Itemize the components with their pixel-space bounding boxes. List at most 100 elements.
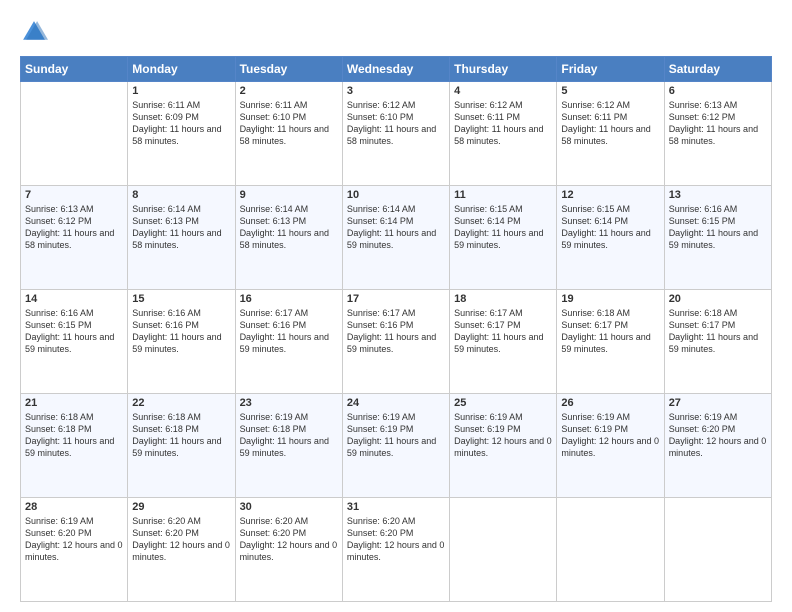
day-number: 12 (561, 189, 659, 201)
calendar-cell: 25 Sunrise: 6:19 AMSunset: 6:19 PMDayligh… (450, 394, 557, 498)
cell-info: Sunrise: 6:19 AMSunset: 6:19 PMDaylight:… (347, 411, 445, 460)
cell-info: Sunrise: 6:18 AMSunset: 6:18 PMDaylight:… (132, 411, 230, 460)
calendar-week-row: 7 Sunrise: 6:13 AMSunset: 6:12 PMDaylight… (21, 186, 772, 290)
calendar-cell: 17Sunrise: 6:17 AMSunset: 6:16 PMDayligh… (342, 290, 449, 394)
day-number: 6 (669, 85, 767, 97)
calendar-cell: 10 Sunrise: 6:14 AMSunset: 6:14 PMDayligh… (342, 186, 449, 290)
cell-info: Sunrise: 6:17 AMSunset: 6:16 PMDaylight:… (240, 307, 338, 356)
cell-info: Sunrise: 6:20 AMSunset: 6:20 PMDaylight:… (240, 515, 338, 564)
calendar-cell: 1 Sunrise: 6:11 AMSunset: 6:09 PMDaylight… (128, 82, 235, 186)
day-number: 1 (132, 85, 230, 97)
weekday-header: Tuesday (235, 57, 342, 82)
day-number: 24 (347, 397, 445, 409)
cell-info: Sunrise: 6:17 AMSunset: 6:17 PMDaylight:… (454, 307, 552, 356)
calendar-cell: 20Sunrise: 6:18 AMSunset: 6:17 PMDayligh… (664, 290, 771, 394)
day-number: 17 (347, 293, 445, 305)
cell-info: Sunrise: 6:19 AMSunset: 6:20 PMDaylight:… (25, 515, 123, 564)
calendar-cell: 28 Sunrise: 6:19 AMSunset: 6:20 PMDayligh… (21, 498, 128, 602)
calendar-cell: 9 Sunrise: 6:14 AMSunset: 6:13 PMDaylight… (235, 186, 342, 290)
cell-info: Sunrise: 6:11 AMSunset: 6:09 PMDaylight:… (132, 99, 230, 148)
day-number: 16 (240, 293, 338, 305)
cell-info: Sunrise: 6:13 AMSunset: 6:12 PMDaylight:… (25, 203, 123, 252)
day-number: 15 (132, 293, 230, 305)
calendar-cell: 21 Sunrise: 6:18 AMSunset: 6:18 PMDayligh… (21, 394, 128, 498)
calendar-cell (450, 498, 557, 602)
day-number: 5 (561, 85, 659, 97)
day-number: 7 (25, 189, 123, 201)
calendar-cell (557, 498, 664, 602)
weekday-header: Sunday (21, 57, 128, 82)
day-number: 3 (347, 85, 445, 97)
calendar-week-row: 21 Sunrise: 6:18 AMSunset: 6:18 PMDayligh… (21, 394, 772, 498)
calendar-cell: 2Sunrise: 6:11 AMSunset: 6:10 PMDaylight… (235, 82, 342, 186)
cell-info: Sunrise: 6:15 AMSunset: 6:14 PMDaylight:… (454, 203, 552, 252)
calendar-cell: 23Sunrise: 6:19 AMSunset: 6:18 PMDayligh… (235, 394, 342, 498)
calendar-cell: 13 Sunrise: 6:16 AMSunset: 6:15 PMDayligh… (664, 186, 771, 290)
cell-info: Sunrise: 6:14 AMSunset: 6:13 PMDaylight:… (240, 203, 338, 252)
calendar-cell: 3 Sunrise: 6:12 AMSunset: 6:10 PMDaylight… (342, 82, 449, 186)
calendar-cell: 16 Sunrise: 6:17 AMSunset: 6:16 PMDayligh… (235, 290, 342, 394)
calendar-cell: 30 Sunrise: 6:20 AMSunset: 6:20 PMDayligh… (235, 498, 342, 602)
day-number: 31 (347, 501, 445, 513)
calendar-week-row: 28 Sunrise: 6:19 AMSunset: 6:20 PMDayligh… (21, 498, 772, 602)
calendar-cell: 19 Sunrise: 6:18 AMSunset: 6:17 PMDayligh… (557, 290, 664, 394)
cell-info: Sunrise: 6:12 AMSunset: 6:11 PMDaylight:… (454, 99, 552, 148)
calendar-cell: 31 Sunrise: 6:20 AMSunset: 6:20 PMDayligh… (342, 498, 449, 602)
calendar-cell: 18 Sunrise: 6:17 AMSunset: 6:17 PMDayligh… (450, 290, 557, 394)
cell-info: Sunrise: 6:18 AMSunset: 6:18 PMDaylight:… (25, 411, 123, 460)
day-number: 25 (454, 397, 552, 409)
cell-info: Sunrise: 6:19 AMSunset: 6:20 PMDaylight:… (669, 411, 767, 460)
weekday-header: Wednesday (342, 57, 449, 82)
day-number: 11 (454, 189, 552, 201)
day-number: 13 (669, 189, 767, 201)
weekday-header: Friday (557, 57, 664, 82)
day-number: 22 (132, 397, 230, 409)
weekday-header: Saturday (664, 57, 771, 82)
calendar-week-row: 14Sunrise: 6:16 AMSunset: 6:15 PMDayligh… (21, 290, 772, 394)
cell-info: Sunrise: 6:12 AMSunset: 6:11 PMDaylight:… (561, 99, 659, 148)
day-number: 20 (669, 293, 767, 305)
calendar-cell: 14Sunrise: 6:16 AMSunset: 6:15 PMDayligh… (21, 290, 128, 394)
calendar-cell: 15 Sunrise: 6:16 AMSunset: 6:16 PMDayligh… (128, 290, 235, 394)
calendar-cell: 8 Sunrise: 6:14 AMSunset: 6:13 PMDaylight… (128, 186, 235, 290)
calendar-cell: 22 Sunrise: 6:18 AMSunset: 6:18 PMDayligh… (128, 394, 235, 498)
cell-info: Sunrise: 6:14 AMSunset: 6:14 PMDaylight:… (347, 203, 445, 252)
day-number: 18 (454, 293, 552, 305)
calendar-cell: 26Sunrise: 6:19 AMSunset: 6:19 PMDayligh… (557, 394, 664, 498)
cell-info: Sunrise: 6:20 AMSunset: 6:20 PMDaylight:… (347, 515, 445, 564)
cell-info: Sunrise: 6:12 AMSunset: 6:10 PMDaylight:… (347, 99, 445, 148)
day-number: 8 (132, 189, 230, 201)
calendar-header-row: SundayMondayTuesdayWednesdayThursdayFrid… (21, 57, 772, 82)
calendar-cell: 24 Sunrise: 6:19 AMSunset: 6:19 PMDayligh… (342, 394, 449, 498)
cell-info: Sunrise: 6:14 AMSunset: 6:13 PMDaylight:… (132, 203, 230, 252)
calendar-cell: 29 Sunrise: 6:20 AMSunset: 6:20 PMDayligh… (128, 498, 235, 602)
day-number: 21 (25, 397, 123, 409)
logo-icon (20, 18, 48, 46)
cell-info: Sunrise: 6:15 AMSunset: 6:14 PMDaylight:… (561, 203, 659, 252)
calendar-cell: 5 Sunrise: 6:12 AMSunset: 6:11 PMDaylight… (557, 82, 664, 186)
cell-info: Sunrise: 6:19 AMSunset: 6:19 PMDaylight:… (561, 411, 659, 460)
day-number: 23 (240, 397, 338, 409)
cell-info: Sunrise: 6:20 AMSunset: 6:20 PMDaylight:… (132, 515, 230, 564)
cell-info: Sunrise: 6:16 AMSunset: 6:16 PMDaylight:… (132, 307, 230, 356)
day-number: 10 (347, 189, 445, 201)
cell-info: Sunrise: 6:11 AMSunset: 6:10 PMDaylight:… (240, 99, 338, 148)
cell-info: Sunrise: 6:18 AMSunset: 6:17 PMDaylight:… (561, 307, 659, 356)
cell-info: Sunrise: 6:16 AMSunset: 6:15 PMDaylight:… (669, 203, 767, 252)
calendar-cell: 12 Sunrise: 6:15 AMSunset: 6:14 PMDayligh… (557, 186, 664, 290)
page: SundayMondayTuesdayWednesdayThursdayFrid… (0, 0, 792, 612)
calendar-cell: 11 Sunrise: 6:15 AMSunset: 6:14 PMDayligh… (450, 186, 557, 290)
calendar-week-row: 1 Sunrise: 6:11 AMSunset: 6:09 PMDaylight… (21, 82, 772, 186)
calendar-table: SundayMondayTuesdayWednesdayThursdayFrid… (20, 56, 772, 602)
day-number: 19 (561, 293, 659, 305)
day-number: 30 (240, 501, 338, 513)
calendar-cell (664, 498, 771, 602)
day-number: 28 (25, 501, 123, 513)
cell-info: Sunrise: 6:19 AMSunset: 6:19 PMDaylight:… (454, 411, 552, 460)
header (20, 18, 772, 46)
cell-info: Sunrise: 6:16 AMSunset: 6:15 PMDaylight:… (25, 307, 123, 356)
calendar-cell: 27 Sunrise: 6:19 AMSunset: 6:20 PMDayligh… (664, 394, 771, 498)
day-number: 29 (132, 501, 230, 513)
day-number: 27 (669, 397, 767, 409)
day-number: 9 (240, 189, 338, 201)
